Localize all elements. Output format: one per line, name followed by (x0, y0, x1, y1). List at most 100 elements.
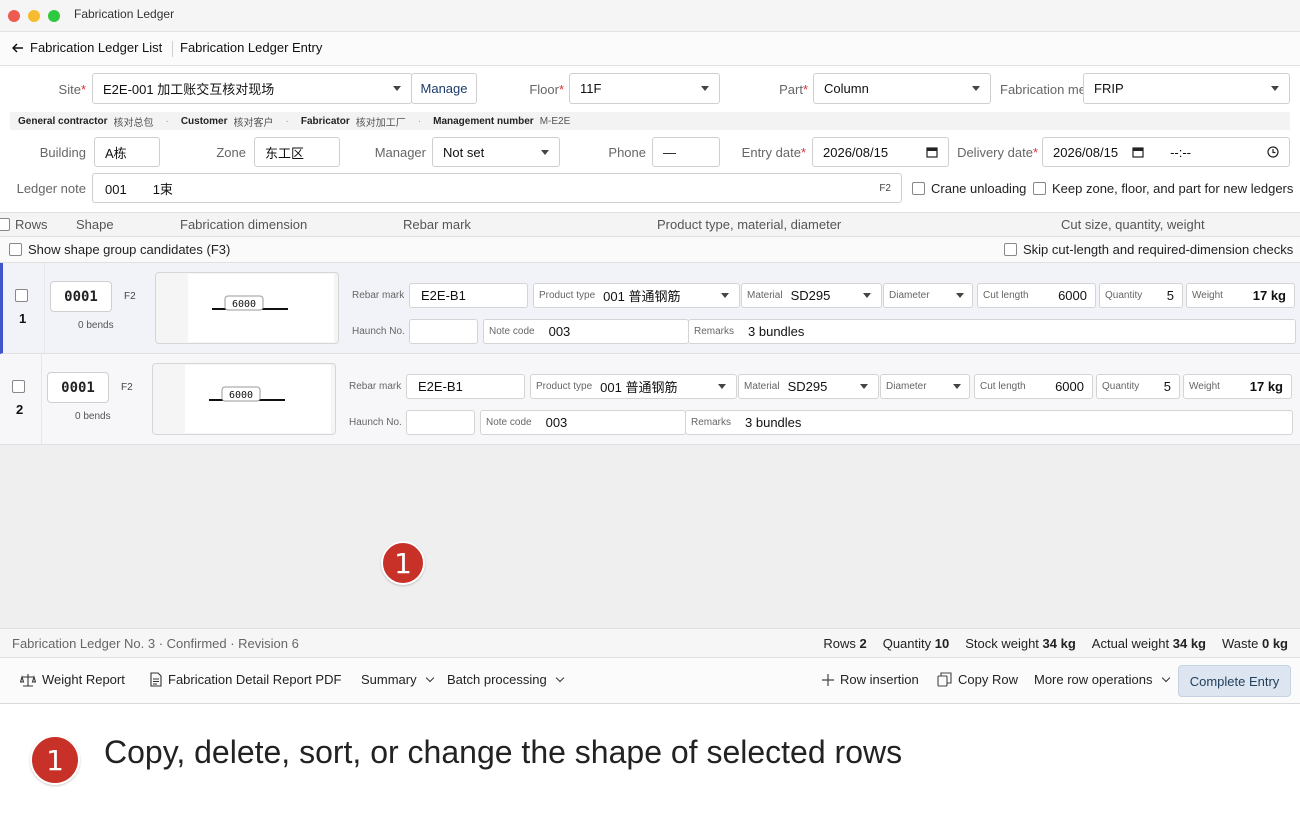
entry-date-label: Entry date* (741, 145, 806, 160)
summary-label: Summary (361, 672, 417, 687)
straight-bar-shape-icon: 6000 (212, 295, 288, 311)
delivery-date-input[interactable]: 2026/08/15 --:-- (1042, 137, 1290, 167)
header-rows: Rows (15, 217, 48, 232)
material-value: SD295 (787, 379, 828, 394)
rebar-mark-input[interactable]: E2E-B1 (409, 283, 528, 308)
back-to-ledger-list-link[interactable]: Fabrication Ledger List (12, 40, 162, 55)
material-label: Material (747, 290, 783, 301)
diameter-select[interactable]: Diameter (880, 374, 970, 399)
summary-menu-button[interactable]: Summary (361, 672, 434, 687)
clock-icon[interactable] (1267, 146, 1279, 158)
keep-zone-checkbox[interactable]: Keep zone, floor, and part for new ledge… (1033, 181, 1293, 196)
weight-value: 17 kg (1252, 288, 1286, 303)
site-label: Site* (58, 82, 86, 97)
quantity-input[interactable]: Quantity 5 (1099, 283, 1183, 308)
remarks-value: 3 bundles (745, 415, 802, 430)
fabrication-method-select[interactable]: FRIP (1083, 73, 1290, 104)
shape-preview[interactable]: 6000 (152, 363, 336, 435)
checkbox-box[interactable] (912, 182, 925, 195)
chevron-down-icon (555, 673, 564, 682)
remarks-input[interactable]: Remarks 3 bundles (688, 319, 1296, 344)
skip-checks-checkbox[interactable]: Skip cut-length and required-dimension c… (1004, 242, 1293, 257)
stock-weight-total: Stock weight 34 kg (965, 636, 1076, 651)
weight-report-label: Weight Report (42, 672, 125, 687)
product-type-label: Product type (536, 381, 593, 392)
empty-rows-area[interactable] (0, 445, 1300, 628)
ledger-note-input[interactable]: 001 1束 F2 (92, 173, 902, 203)
diameter-select[interactable]: Diameter (883, 283, 973, 308)
more-row-operations-button[interactable]: More row operations (1034, 672, 1170, 687)
chevron-down-icon (718, 384, 726, 389)
remarks-input[interactable]: Remarks 3 bundles (685, 410, 1293, 435)
bottom-toolbar: Weight Report Fabrication Detail Report … (0, 658, 1300, 704)
note-code-input[interactable]: Note code 003 (483, 319, 689, 344)
diameter-label: Diameter (889, 290, 930, 301)
minimize-window-button[interactable] (28, 10, 40, 22)
detail-report-pdf-button[interactable]: Fabrication Detail Report PDF (150, 672, 341, 687)
row-select-checkbox[interactable] (12, 380, 25, 393)
weight-field: Weight 17 kg (1183, 374, 1292, 399)
product-type-label: Product type (539, 290, 596, 301)
material-select[interactable]: Material SD295 (738, 374, 879, 399)
quantity-label: Quantity (1102, 381, 1140, 392)
copy-row-button[interactable]: Copy Row (937, 672, 1018, 687)
chevron-down-icon (956, 293, 964, 298)
row-select-checkbox[interactable] (15, 289, 28, 302)
info-separator: · (417, 115, 422, 127)
product-type-select[interactable]: Product type 001 普通钢筋 (530, 374, 737, 399)
material-select[interactable]: Material SD295 (741, 283, 882, 308)
row-index-cell: 2 (0, 354, 42, 444)
haunch-input[interactable] (409, 319, 478, 344)
annotation-marker: 1 (381, 541, 425, 585)
checkbox-box[interactable] (1033, 182, 1046, 195)
haunch-input[interactable] (406, 410, 475, 435)
part-select[interactable]: Column (813, 73, 991, 104)
table-header: Rows Shape Fabrication dimension Rebar m… (0, 212, 1300, 237)
header-product-type: Product type, material, diameter (657, 217, 842, 232)
phone-input[interactable]: — (652, 137, 720, 167)
delivery-time-value[interactable]: --:-- (1170, 145, 1191, 160)
batch-processing-menu-button[interactable]: Batch processing (447, 672, 564, 687)
floor-select[interactable]: 11F (569, 73, 720, 104)
table-row[interactable]: 2 0001 F2 0 bends 6000 Rebar mark E2E-B1… (0, 354, 1300, 445)
delivery-date-label: Delivery date* (957, 145, 1038, 160)
shape-code-input[interactable]: 0001 (50, 281, 112, 312)
site-select[interactable]: E2E-001 加工账交互核对现场 (92, 73, 412, 104)
header-rebar-mark: Rebar mark (403, 217, 471, 232)
row-insertion-button[interactable]: Row insertion (822, 672, 919, 687)
manager-select[interactable]: Not set (432, 137, 560, 167)
arrow-left-icon (12, 42, 23, 53)
show-shape-candidates-checkbox[interactable]: Show shape group candidates (F3) (9, 242, 230, 257)
calendar-icon[interactable] (1132, 146, 1144, 158)
ledger-status-text: Fabrication Ledger No. 3 · Confirmed · R… (12, 636, 299, 651)
quantity-input[interactable]: Quantity 5 (1096, 374, 1180, 399)
note-code-input[interactable]: Note code 003 (480, 410, 686, 435)
shape-canvas: 6000 (185, 365, 331, 433)
crane-unloading-checkbox[interactable]: Crane unloading (912, 181, 1026, 196)
checkbox-box[interactable] (1004, 243, 1017, 256)
weight-report-button[interactable]: Weight Report (20, 672, 125, 687)
complete-entry-button[interactable]: Complete Entry (1178, 665, 1291, 697)
entry-date-input[interactable]: 2026/08/15 (812, 137, 949, 167)
product-type-value: 001 普通钢筋 (603, 289, 681, 304)
cut-length-input[interactable]: Cut length 6000 (974, 374, 1093, 399)
close-window-button[interactable] (8, 10, 20, 22)
calendar-icon[interactable] (926, 146, 938, 158)
rebar-mark-input[interactable]: E2E-B1 (406, 374, 525, 399)
actual-weight-total: Actual weight 34 kg (1091, 636, 1206, 651)
shape-code-input[interactable]: 0001 (47, 372, 109, 403)
customer-value: 核对客户 (233, 117, 274, 129)
shape-preview[interactable]: 6000 (155, 272, 339, 344)
cut-length-input[interactable]: Cut length 6000 (977, 283, 1096, 308)
product-type-select[interactable]: Product type 001 普通钢筋 (533, 283, 740, 308)
page-title: Fabrication Ledger Entry (180, 40, 323, 55)
zone-input[interactable]: 东工区 (254, 137, 340, 167)
product-type-value: 001 普通钢筋 (600, 380, 678, 395)
chevron-down-icon (860, 384, 868, 389)
table-row[interactable]: 1 0001 F2 0 bends 6000 Rebar mark E2E-B1… (0, 263, 1300, 354)
checkbox-box[interactable] (9, 243, 22, 256)
manage-site-button[interactable]: Manage (411, 73, 477, 104)
zoom-window-button[interactable] (48, 10, 60, 22)
select-all-rows-checkbox[interactable] (0, 218, 10, 231)
building-input[interactable]: A栋 (94, 137, 160, 167)
